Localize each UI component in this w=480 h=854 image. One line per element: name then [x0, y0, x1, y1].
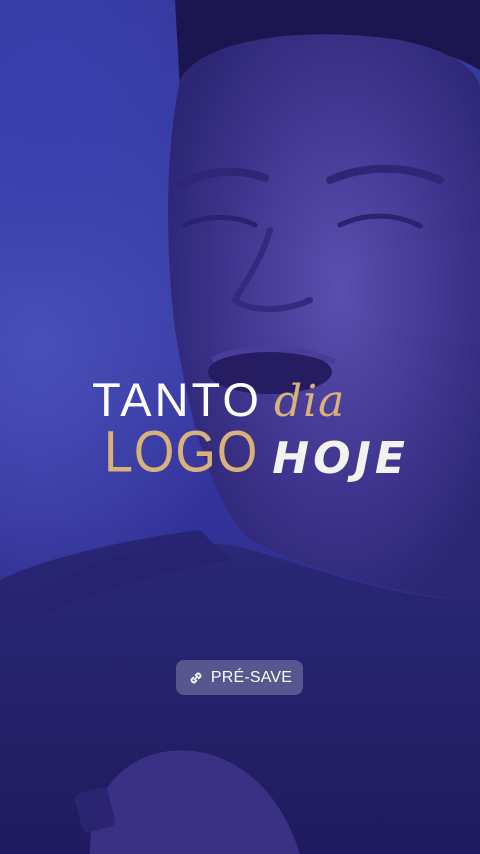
presave-label: PRÉ-SAVE — [210, 668, 293, 686]
title-overlay: TANTO dia LOGO HOJE — [0, 370, 480, 500]
story-screen[interactable]: TANTO dia LOGO HOJE PRÉ-SAVE — [0, 0, 480, 854]
title-word-dia: dia — [273, 376, 346, 427]
title-line-2: LOGO HOJE — [104, 420, 409, 486]
link-icon — [187, 669, 205, 687]
presave-link-sticker[interactable]: PRÉ-SAVE — [176, 660, 303, 695]
title-word-hoje: HOJE — [272, 433, 409, 484]
title-word-logo: LOGO — [104, 419, 259, 485]
